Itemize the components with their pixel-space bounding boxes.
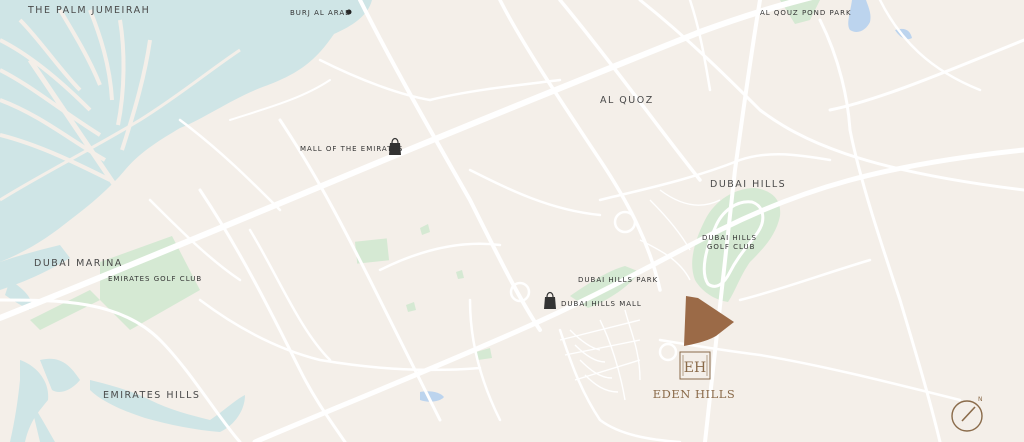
label-dubai-hills: DUBAI HILLS [710,179,786,190]
label-emirates-hills: EMIRATES HILLS [103,390,200,401]
label-dubai-marina: DUBAI MARINA [34,258,123,269]
label-mall-of-the-emirates: MALL OF THE EMIRATES [300,145,403,153]
label-dubai-hills-golf-club-line2: GOLF CLUB [707,243,755,251]
label-dubai-hills-mall: DUBAI HILLS MALL [561,300,642,308]
label-palm-jumeirah: THE PALM JUMEIRAH [27,5,150,16]
label-burj-al-arab: BURJ AL ARAB [290,9,351,17]
logo-name: EDEN HILLS [653,387,735,401]
compass-north-label: N [978,396,983,403]
label-al-quoz-pond-park: AL QOUZ POND PARK [760,9,852,17]
label-emirates-golf-club: EMIRATES GOLF CLUB [108,275,202,283]
map-canvas[interactable]: THE PALM JUMEIRAH BURJ AL ARAB AL QOUZ P… [0,0,1024,442]
label-dubai-hills-park: DUBAI HILLS PARK [578,276,658,284]
label-dubai-hills-golf-club-line1: DUBAI HILLS [702,234,757,242]
logo-monogram: EH [684,360,706,376]
label-al-quoz: AL QUOZ [600,95,654,106]
